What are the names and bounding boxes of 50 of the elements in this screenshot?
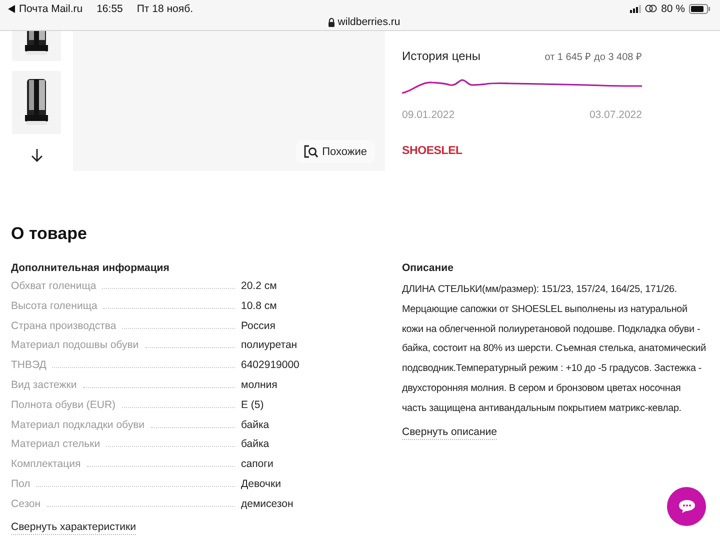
collapse-description-link[interactable]: Свернуть описание	[402, 426, 497, 440]
spec-label: Пол	[11, 478, 30, 490]
spec-label: Комплектация	[11, 458, 81, 470]
arrow-down-icon[interactable]	[30, 149, 42, 162]
spec-value: 20.2 см	[241, 280, 277, 292]
spec-value: E (5)	[241, 398, 264, 411]
spec-label: Страна производства	[11, 320, 116, 332]
description-text: ДЛИНА СТЕЛЬКИ(мм/размер): 151/23, 157/24, 164/25, 171/26. Мерцающие сапожки от SHOESLEL выполнены из натуральной кожи на облегченной полиуретановой подошве. Подкладка обуви - байка, состоит на 80% из шерсти. Съемная стелька, анатомический подсводник.Температурный режим : +10 до -5 градусов. Застежка - двухсторонняя молния. В сером и бронзовом цветах носочная часть защищена антивандальным покрытием матрикс-кевлар.	[402, 283, 707, 416]
battery-icon	[689, 4, 710, 14]
brand-logo[interactable]: SHOESLEL	[402, 145, 642, 157]
description-title: Описание	[402, 261, 454, 275]
battery-percent: 80 %	[661, 2, 685, 14]
spec-label: ТНВЭД	[11, 359, 46, 372]
spec-label: Материал стельки	[11, 438, 100, 450]
back-app-label[interactable]: Почта Mail.ru	[19, 2, 83, 14]
address-url[interactable]: wildberries.ru	[338, 16, 400, 28]
spec-value: Россия	[241, 320, 276, 332]
rotation-lock-icon	[645, 4, 658, 13]
spec-value: молния	[241, 378, 278, 391]
chat-button[interactable]	[667, 487, 706, 526]
spec-label: Вид застежки	[11, 378, 77, 391]
spec-value: 10.8 см	[241, 300, 277, 312]
spec-label: Полнота обуви (EUR)	[11, 398, 116, 411]
status-time: 16:55	[96, 2, 123, 14]
spec-value: байка	[241, 438, 270, 450]
back-icon[interactable]	[8, 4, 15, 12]
spec-label: Материал подошвы обуви	[11, 339, 139, 352]
chat-icon	[678, 499, 696, 514]
spec-value: полиуретан	[241, 339, 298, 352]
spec-label: Высота голенища	[11, 300, 98, 312]
spec-label: Обхват голенища	[11, 280, 96, 292]
section-title: О товаре	[11, 224, 88, 244]
spec-label: Сезон	[11, 498, 41, 510]
price-history-title: История цены	[402, 49, 481, 63]
spec-value: 6402919000	[241, 359, 300, 372]
spec-label: Материал подкладки обуви	[11, 418, 145, 431]
start-date: 09.01.2022	[402, 109, 455, 121]
collapse-specs-link[interactable]: Свернуть характеристики	[11, 520, 136, 535]
signal-icon	[630, 4, 642, 12]
specs-title: Дополнительная информация	[11, 261, 170, 275]
spec-value: демисезон	[241, 498, 294, 510]
lock-icon	[328, 18, 335, 26]
spec-value: Девочки	[241, 478, 281, 490]
similar-button[interactable]: Похожие	[296, 140, 375, 163]
search-icon	[304, 145, 318, 158]
price-range: от 1 645 ₽ до 3 408 ₽	[544, 51, 642, 63]
status-date: Пт 18 нояб.	[136, 2, 193, 14]
spec-value: сапоги	[241, 458, 274, 470]
spec-value: байка	[241, 418, 270, 431]
end-date: 03.07.2022	[589, 109, 642, 121]
